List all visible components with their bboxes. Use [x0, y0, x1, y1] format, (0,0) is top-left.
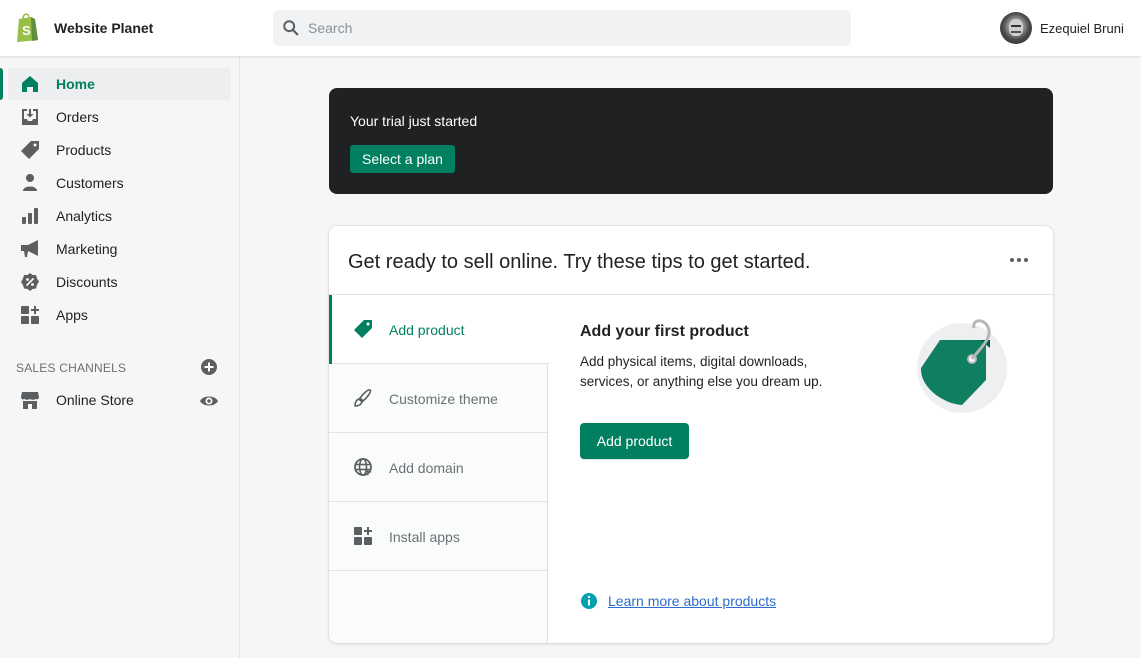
home-icon [22, 76, 38, 92]
sidebar-item-discounts[interactable]: Discounts [8, 266, 231, 298]
panel-description: Add physical items, digital downloads, s… [580, 354, 823, 389]
sidebar-item-label: Customers [56, 175, 124, 191]
sidebar-item-label: Products [56, 142, 112, 158]
globe-icon [354, 458, 372, 476]
brush-icon [354, 389, 372, 407]
select-plan-button[interactable]: Select a plan [350, 145, 455, 173]
person-icon [23, 174, 37, 191]
sidebar-item-label: Apps [56, 307, 88, 323]
card-title: Get ready to sell online. Try these tips… [348, 251, 811, 273]
learn-more-row: Learn more about products [580, 592, 776, 610]
sidebar-item-label: Discounts [56, 274, 118, 290]
sidebar-item-products[interactable]: Products [8, 134, 231, 166]
sidebar-item-marketing[interactable]: Marketing [8, 233, 231, 265]
sidebar-item-label: Orders [56, 109, 99, 125]
tab-install-apps[interactable]: Install apps [329, 502, 548, 571]
trial-message: Your trial just started [350, 113, 478, 129]
eye-icon[interactable] [199, 391, 219, 411]
discount-icon [21, 273, 39, 291]
search-icon [283, 20, 299, 36]
tab-label: Add product [389, 322, 465, 338]
tab-label: Add domain [389, 460, 464, 476]
store-name[interactable]: Website Planet [54, 20, 153, 36]
search-bar[interactable] [273, 10, 851, 46]
tab-customize-theme[interactable]: Customize theme [329, 364, 548, 433]
tab-add-domain[interactable]: Add domain [329, 433, 548, 502]
sidebar-item-label: Analytics [56, 208, 113, 224]
dot [1024, 258, 1028, 262]
tab-label: Install apps [389, 529, 460, 545]
sidebar-item-home[interactable]: Home [8, 68, 231, 100]
orders-icon [22, 109, 38, 125]
apps-icon [354, 527, 372, 545]
dot [1010, 258, 1014, 262]
store-icon [21, 392, 39, 409]
product-tag-illustration [917, 319, 1007, 413]
tag-icon [21, 141, 39, 159]
active-indicator [0, 68, 3, 100]
user-name: Ezequiel Bruni [1040, 20, 1124, 36]
tab-label: Customize theme [389, 391, 498, 407]
shopify-logo-icon[interactable]: S [14, 12, 40, 42]
search-input[interactable] [308, 10, 828, 46]
sidebar-item-analytics[interactable]: Analytics [8, 200, 231, 232]
tab-add-product[interactable]: Add product [329, 295, 549, 364]
bar-chart-icon [22, 208, 38, 224]
svg-text:S: S [22, 23, 31, 38]
apps-icon [21, 306, 39, 324]
sidebar: Home Orders Products Customers Analytics… [0, 56, 240, 658]
top-bar: S Website Planet Ezequiel Bruni [0, 0, 1141, 56]
sidebar-item-customers[interactable]: Customers [8, 167, 231, 199]
sidebar-item-online-store[interactable]: Online Store [8, 384, 231, 416]
trial-banner: Your trial just started Select a plan [329, 88, 1053, 194]
setup-tabs: Add product Customize theme Add domain I… [329, 295, 549, 643]
add-product-button[interactable]: Add product [580, 423, 689, 459]
sales-channels-heading: SALES CHANNELS [16, 361, 127, 375]
sidebar-item-apps[interactable]: Apps [8, 299, 231, 331]
sidebar-item-label: Home [56, 76, 95, 92]
avatar[interactable] [1000, 12, 1032, 44]
more-actions-button[interactable] [1006, 252, 1032, 268]
learn-more-link[interactable]: Learn more about products [608, 593, 776, 609]
setup-guide-card: Get ready to sell online. Try these tips… [329, 226, 1053, 643]
sidebar-item-orders[interactable]: Orders [8, 101, 231, 133]
sidebar-item-label: Online Store [56, 392, 134, 408]
user-menu[interactable]: Ezequiel Bruni [1000, 12, 1124, 44]
add-channel-icon[interactable] [200, 358, 218, 376]
tag-icon [354, 320, 372, 338]
dot [1017, 258, 1021, 262]
panel-title: Add your first product [580, 323, 749, 340]
sidebar-item-label: Marketing [56, 241, 118, 257]
megaphone-icon [21, 240, 38, 257]
info-icon [581, 593, 597, 609]
